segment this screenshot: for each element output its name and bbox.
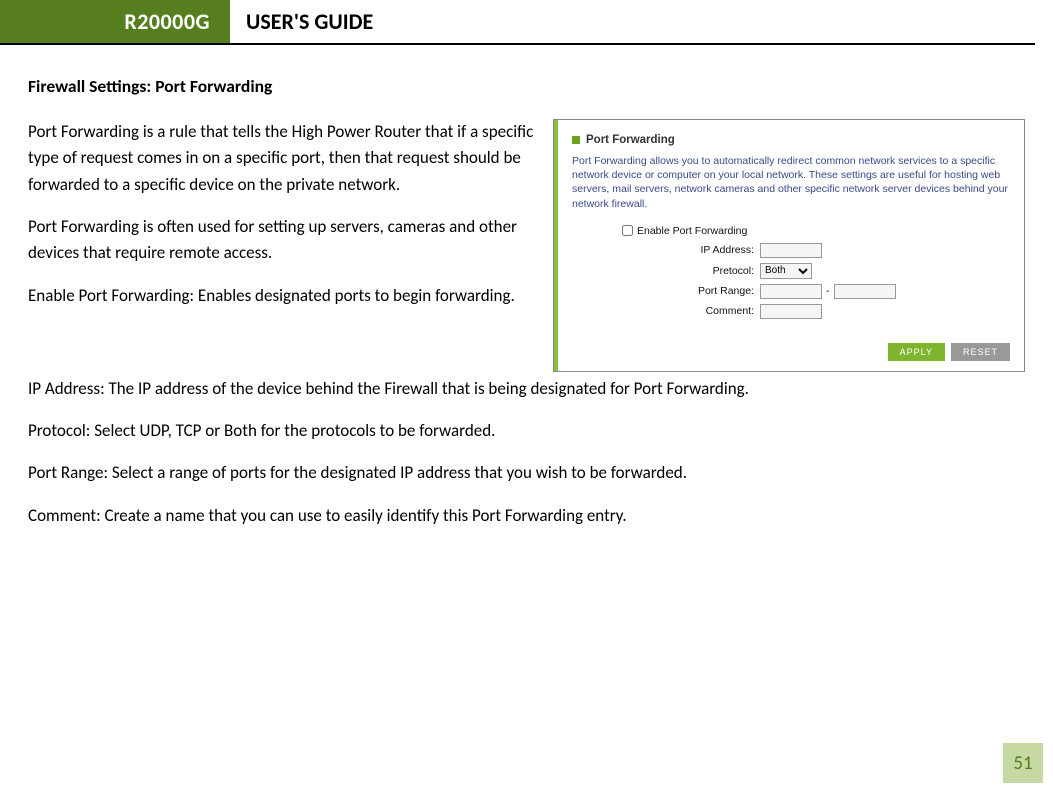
square-bullet-icon (572, 136, 580, 144)
port-range-row: Port Range: - (622, 284, 1010, 299)
enable-label: Enable Port Forwarding (637, 225, 747, 237)
config-screenshot: Port Forwarding Port Forwarding allows y… (553, 119, 1025, 372)
protocol-select[interactable]: Both (760, 263, 812, 279)
section-title: Firewall Settings: Port Forwarding (28, 75, 1025, 97)
panel-title: Port Forwarding (586, 134, 675, 146)
port-range-end-input[interactable] (834, 284, 896, 299)
paragraph: Port Range: Select a range of ports for … (28, 460, 1025, 486)
ip-address-label: IP Address: (622, 244, 760, 256)
form-area: Enable Port Forwarding IP Address: Preto… (622, 225, 1010, 319)
port-range-label: Port Range: (622, 285, 760, 297)
body-text-left: Port Forwarding is a rule that tells the… (28, 119, 535, 325)
comment-input[interactable] (760, 304, 822, 319)
panel-accent-stripe (554, 120, 558, 371)
panel-title-row: Port Forwarding (572, 134, 1010, 146)
enable-port-forwarding-checkbox[interactable] (622, 225, 633, 236)
paragraph: Port Forwarding is often used for settin… (28, 214, 535, 267)
comment-row: Comment: (622, 304, 1010, 319)
page-content: Firewall Settings: Port Forwarding Port … (0, 45, 1053, 529)
page-number: 51 (1003, 743, 1043, 783)
port-range-start-input[interactable] (760, 284, 822, 299)
port-forwarding-panel: Port Forwarding Port Forwarding allows y… (553, 119, 1025, 372)
apply-button[interactable]: APPLY (888, 343, 945, 361)
document-header: R20000G USER'S GUIDE (0, 0, 1035, 45)
model-badge: R20000G (0, 0, 230, 43)
paragraph: Enable Port Forwarding: Enables designat… (28, 283, 535, 309)
ip-address-input[interactable] (760, 243, 822, 258)
enable-row: Enable Port Forwarding (622, 225, 1010, 237)
protocol-label: Pretocol: (622, 265, 760, 277)
protocol-row: Pretocol: Both (622, 263, 1010, 279)
paragraph: IP Address: The IP address of the device… (28, 376, 1025, 402)
range-dash: - (826, 285, 830, 297)
panel-description: Port Forwarding allows you to automatica… (572, 154, 1010, 211)
paragraph: Port Forwarding is a rule that tells the… (28, 119, 535, 198)
comment-label: Comment: (622, 305, 760, 317)
body-text-full: IP Address: The IP address of the device… (28, 376, 1025, 529)
guide-title: USER'S GUIDE (230, 0, 389, 43)
ip-address-row: IP Address: (622, 243, 1010, 258)
button-row: APPLY RESET (572, 343, 1010, 361)
reset-button[interactable]: RESET (951, 343, 1010, 361)
paragraph: Comment: Create a name that you can use … (28, 503, 1025, 529)
paragraph: Protocol: Select UDP, TCP or Both for th… (28, 418, 1025, 444)
two-column-layout: Port Forwarding is a rule that tells the… (28, 119, 1025, 372)
